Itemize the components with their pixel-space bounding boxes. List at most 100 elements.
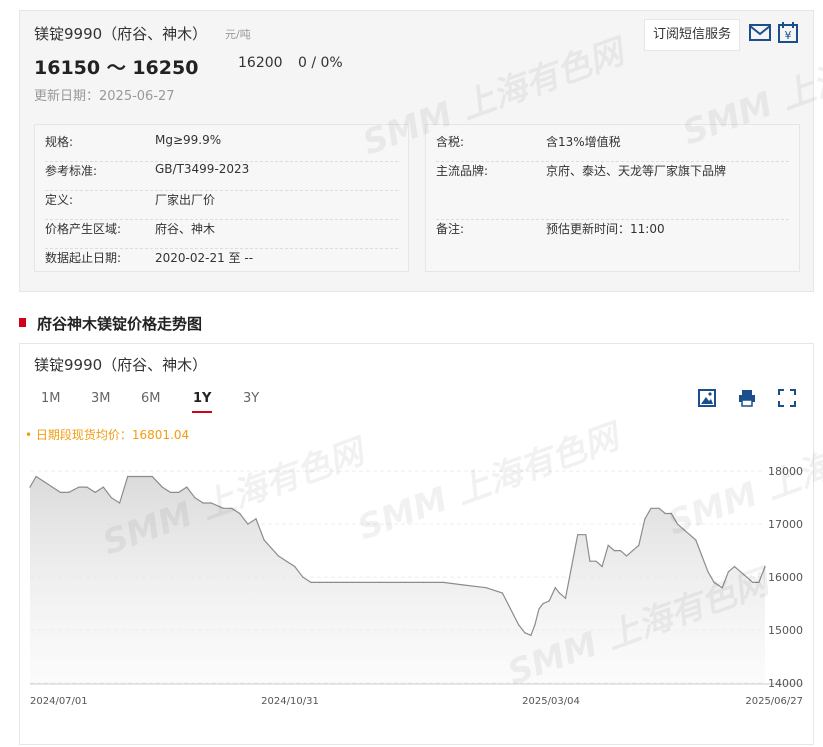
data-point	[733, 565, 736, 568]
data-point	[534, 624, 536, 626]
price-trend-chart: 14000 15000 16000 17000 18000 2024/07/01 2024/…	[29, 465, 803, 707]
data-point	[178, 491, 180, 493]
data-point	[530, 634, 532, 636]
data-point	[518, 624, 520, 626]
data-point	[119, 502, 121, 504]
data-point	[564, 597, 567, 599]
data-point	[143, 475, 145, 478]
data-point	[326, 581, 328, 584]
data-point	[194, 497, 196, 499]
data-point	[43, 481, 45, 483]
data-point	[400, 581, 402, 584]
series-area	[30, 476, 765, 683]
data-point	[658, 507, 660, 509]
data-point	[585, 534, 587, 536]
data-point	[161, 486, 163, 488]
data-point	[210, 502, 212, 504]
data-point	[442, 581, 444, 584]
data-point	[302, 576, 304, 578]
data-point	[746, 576, 748, 578]
data-point	[202, 502, 204, 504]
data-point	[294, 565, 296, 568]
data-point	[263, 539, 265, 541]
data-point	[752, 581, 754, 584]
x-tick-label: 2024/10/31	[261, 696, 319, 707]
data-point	[644, 518, 646, 520]
data-point	[619, 550, 622, 552]
data-point	[351, 581, 353, 584]
data-point	[701, 555, 703, 557]
data-point	[632, 550, 634, 552]
data-point	[509, 608, 512, 610]
data-point	[595, 560, 597, 562]
data-point	[35, 475, 37, 478]
data-point	[379, 581, 381, 584]
data-point	[558, 592, 561, 594]
data-point	[94, 491, 96, 493]
data-point	[740, 571, 742, 573]
x-tick-label: 2024/07/01	[30, 696, 88, 707]
data-point	[695, 539, 697, 541]
data-point	[169, 491, 172, 493]
data-point	[601, 565, 603, 568]
y-tick-label: 17000	[768, 518, 803, 531]
data-point	[231, 507, 233, 509]
data-point	[135, 475, 137, 478]
data-point	[721, 587, 723, 589]
data-point	[607, 544, 609, 546]
data-point	[707, 571, 709, 573]
x-tick-label: 2025/06/27	[745, 696, 803, 707]
data-point	[713, 581, 715, 584]
data-point	[255, 518, 257, 520]
data-point	[485, 587, 487, 589]
data-point	[548, 600, 550, 602]
data-point	[86, 486, 88, 488]
data-point	[650, 507, 652, 509]
data-point	[689, 534, 691, 536]
y-tick-label: 15000	[768, 624, 803, 637]
data-point	[538, 608, 540, 610]
data-point	[151, 475, 153, 478]
data-point	[318, 581, 320, 584]
data-point	[758, 581, 760, 584]
data-point	[422, 581, 424, 584]
data-point	[554, 587, 556, 589]
data-point	[542, 603, 544, 605]
data-point	[463, 584, 465, 586]
data-point	[359, 581, 361, 584]
data-point	[239, 512, 241, 515]
data-point	[676, 523, 679, 525]
y-tick-label: 18000	[768, 465, 803, 478]
x-tick-label: 2025/03/04	[522, 696, 580, 707]
data-point	[613, 550, 615, 552]
data-point	[670, 512, 672, 515]
data-point	[285, 560, 288, 562]
data-point	[186, 486, 188, 488]
data-point	[764, 565, 766, 568]
data-point	[577, 534, 579, 536]
data-point	[638, 544, 640, 546]
data-point	[68, 491, 70, 493]
y-tick-label: 16000	[768, 571, 803, 584]
data-point	[524, 632, 526, 634]
data-point	[501, 592, 503, 594]
data-point	[102, 486, 104, 488]
data-point	[222, 507, 224, 509]
data-point	[342, 581, 345, 584]
data-point	[78, 486, 80, 488]
data-point	[127, 475, 129, 478]
data-point	[59, 491, 62, 493]
data-point	[29, 486, 31, 488]
data-point	[589, 560, 591, 562]
data-point	[310, 581, 312, 584]
data-point	[683, 528, 685, 531]
data-point	[277, 555, 279, 557]
data-point	[727, 571, 730, 573]
data-point	[626, 555, 628, 557]
data-point	[334, 581, 336, 584]
y-tick-label: 14000	[768, 677, 803, 690]
data-point	[571, 565, 573, 568]
data-point	[51, 486, 54, 488]
data-point	[664, 512, 666, 515]
data-point	[110, 497, 112, 499]
